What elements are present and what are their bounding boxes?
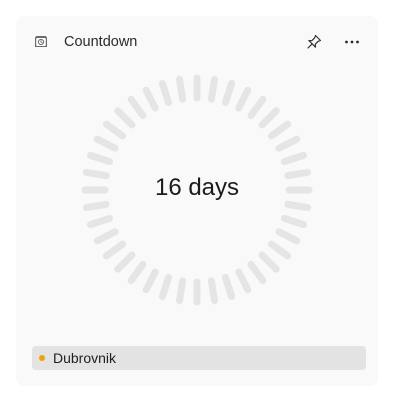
ring-tick xyxy=(93,228,119,245)
ring-tick xyxy=(280,214,308,229)
ring-tick xyxy=(247,95,267,120)
ring-tick xyxy=(258,107,280,129)
countdown-widget: Countdown 16 days Dubrovnik xyxy=(16,16,378,386)
ring-tick xyxy=(102,240,127,260)
ring-tick xyxy=(221,273,236,301)
ring-tick xyxy=(207,75,219,103)
event-item[interactable]: Dubrovnik xyxy=(32,346,366,370)
ring-tick xyxy=(102,120,127,140)
ring-tick xyxy=(175,277,187,305)
ring-tick xyxy=(258,251,280,273)
ring-tick xyxy=(82,200,110,212)
ring-tick xyxy=(275,228,301,245)
more-options-icon xyxy=(345,40,359,44)
ring-tick xyxy=(235,268,252,294)
ring-tick xyxy=(175,75,187,103)
ring-tick xyxy=(142,86,159,112)
more-options-button[interactable] xyxy=(338,30,366,54)
ring-tick xyxy=(93,135,119,152)
ring-tick xyxy=(267,240,292,260)
ring-tick xyxy=(142,268,159,294)
pin-icon xyxy=(307,34,322,49)
ring-tick xyxy=(207,277,219,305)
ring-tick xyxy=(86,214,114,229)
ring-tick xyxy=(114,251,136,273)
ring-tick xyxy=(235,86,252,112)
ring-tick xyxy=(114,107,136,129)
ring-tick xyxy=(280,151,308,166)
ring-tick xyxy=(127,95,147,120)
ring-tick xyxy=(86,151,114,166)
ring-tick xyxy=(158,79,173,107)
ring-tick xyxy=(247,260,267,285)
ring-tick xyxy=(221,79,236,107)
pin-button[interactable] xyxy=(300,30,328,54)
event-name: Dubrovnik xyxy=(53,350,117,366)
ring-tick xyxy=(158,273,173,301)
ring-tick xyxy=(275,135,301,152)
ring-tick xyxy=(284,200,312,212)
ring-tick xyxy=(127,260,147,285)
countdown-clock-icon xyxy=(32,33,50,51)
widget-title: Countdown xyxy=(64,34,138,50)
widget-header: Countdown xyxy=(32,30,366,54)
days-remaining: 16 days xyxy=(154,174,240,201)
countdown-display: 16 days xyxy=(16,72,378,308)
ring-tick xyxy=(267,120,292,140)
event-status-dot xyxy=(39,355,45,361)
